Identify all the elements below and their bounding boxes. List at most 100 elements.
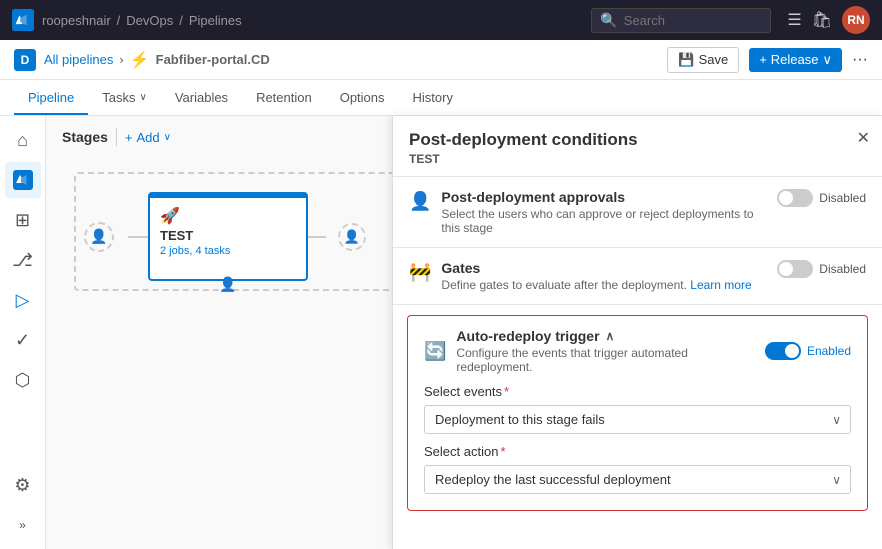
tab-bar: Pipeline Tasks ∨ Variables Retention Opt… <box>0 80 882 116</box>
sidebar-item-home[interactable]: ⌂ <box>5 122 41 158</box>
approvals-toggle[interactable] <box>777 189 813 207</box>
pipeline-name: Fabfiber-portal.CD <box>156 52 270 67</box>
redeploy-toggle-label: Enabled <box>807 344 851 358</box>
panel-close-button[interactable]: ✕ <box>857 128 870 148</box>
stage-box-body: 🚀 TEST 2 jobs, 4 tasks <box>150 198 306 265</box>
approvals-toggle-label: Disabled <box>819 191 866 205</box>
panel-gates-section: 🚧 Gates Define gates to evaluate after t… <box>393 248 882 305</box>
search-input[interactable] <box>624 13 754 28</box>
redeploy-toggle-knob <box>785 344 799 358</box>
subbar-actions: 💾 Save + Release ∨ ··· <box>667 47 868 73</box>
navbar-sep2: / <box>179 13 183 28</box>
gates-desc: Define gates to evaluate after the deplo… <box>441 278 767 292</box>
trigger-person-icon: 👤 <box>90 228 107 245</box>
sidebar-item-repos[interactable]: ⎇ <box>5 242 41 278</box>
approvals-toggle-area: Disabled <box>777 189 866 207</box>
navbar-search-box[interactable]: 🔍 <box>591 8 771 33</box>
redeploy-header: 🔄 Auto-redeploy trigger ∧ Configure the … <box>424 328 851 374</box>
select-events-field: Select events* Deployment to this stage … <box>424 384 851 434</box>
subbar-sep: › <box>119 52 123 67</box>
post-trigger-icon[interactable]: 👤 <box>338 223 366 251</box>
gates-learn-more-link[interactable]: Learn more <box>690 278 751 292</box>
navbar-breadcrumb: roopeshnair / DevOps / Pipelines <box>42 13 242 28</box>
post-deployment-panel: Post-deployment conditions TEST ✕ 👤 Post… <box>392 116 882 549</box>
user-avatar[interactable]: RN <box>842 6 870 34</box>
settings-icon[interactable]: ⚙ <box>5 467 41 503</box>
tab-tasks[interactable]: Tasks ∨ <box>88 82 161 115</box>
stages-divider <box>116 128 117 146</box>
left-sidebar: ⌂ ⊞ ⎇ ▷ ✓ ⬡ ⚙ » <box>0 116 46 549</box>
sidebar-item-testplans[interactable]: ✓ <box>5 322 41 358</box>
tab-options[interactable]: Options <box>326 82 399 115</box>
panel-approvals-section: 👤 Post-deployment approvals Select the u… <box>393 177 882 248</box>
azure-devops-logo[interactable] <box>12 9 34 31</box>
pipeline-type-icon: D <box>14 49 36 71</box>
stage-name: TEST <box>160 228 296 243</box>
expand-icon[interactable]: » <box>5 507 41 543</box>
gates-title: Gates <box>441 260 767 276</box>
select-events-label: Select events* <box>424 384 851 399</box>
save-button[interactable]: 💾 Save <box>667 47 739 73</box>
redeploy-title: Auto-redeploy trigger ∧ <box>456 328 755 344</box>
search-icon: 🔍 <box>600 12 617 29</box>
action-required-marker: * <box>500 444 505 459</box>
navbar-user[interactable]: roopeshnair <box>42 13 111 28</box>
connector-line <box>128 236 148 238</box>
select-action-field: Select action* Redeploy the last success… <box>424 444 851 494</box>
stage-person-icon[interactable]: 👤 <box>219 276 236 293</box>
approvals-row: 👤 Post-deployment approvals Select the u… <box>409 189 866 235</box>
subbar: D All pipelines › ⚡ Fabfiber-portal.CD 💾… <box>0 40 882 80</box>
tab-retention[interactable]: Retention <box>242 82 326 115</box>
panel-subtitle: TEST <box>409 152 866 166</box>
redeploy-chevron-icon[interactable]: ∧ <box>606 329 615 343</box>
events-required-marker: * <box>504 384 509 399</box>
post-person-icon: 👤 <box>344 229 360 245</box>
select-events-wrapper: Deployment to this stage fails Deploymen… <box>424 405 851 434</box>
redeploy-toggle[interactable] <box>765 342 801 360</box>
cd-icon: ⚡ <box>130 50 150 70</box>
bag-icon[interactable]: 🛍 <box>812 10 832 30</box>
select-action-label: Select action* <box>424 444 851 459</box>
plus-icon: + <box>759 52 767 67</box>
tasks-chevron-icon: ∨ <box>140 92 147 103</box>
select-action-dropdown[interactable]: Redeploy the last successful deployment … <box>424 465 851 494</box>
stage-box-test[interactable]: 🚀 TEST 2 jobs, 4 tasks 👤 <box>148 192 308 281</box>
gates-toggle-knob <box>779 262 793 276</box>
subbar-breadcrumb: All pipelines › ⚡ Fabfiber-portal.CD <box>44 50 270 70</box>
pre-trigger-icon[interactable]: 👤 <box>84 222 114 252</box>
release-button[interactable]: + Release ∨ <box>749 48 842 72</box>
navbar-pipelines[interactable]: Pipelines <box>189 13 242 28</box>
add-icon: + <box>125 130 133 145</box>
more-options-button[interactable]: ··· <box>852 51 868 69</box>
gates-row: 🚧 Gates Define gates to evaluate after t… <box>409 260 866 292</box>
stage-icon-row: 🚀 <box>160 206 296 226</box>
navbar-devops[interactable]: DevOps <box>126 13 173 28</box>
gates-toggle[interactable] <box>777 260 813 278</box>
all-pipelines-link[interactable]: All pipelines <box>44 52 113 67</box>
release-chevron-icon: ∨ <box>823 52 833 68</box>
approvals-desc: Select the users who can approve or reje… <box>441 207 767 235</box>
redeploy-title-area: Auto-redeploy trigger ∧ Configure the ev… <box>456 328 755 374</box>
sidebar-item-artifacts[interactable]: ⬡ <box>5 362 41 398</box>
save-icon: 💾 <box>678 52 694 68</box>
sidebar-item-boards[interactable]: ⊞ <box>5 202 41 238</box>
add-stage-button[interactable]: + Add ∨ <box>125 130 171 145</box>
tab-pipeline[interactable]: Pipeline <box>14 82 88 115</box>
tab-history[interactable]: History <box>399 82 467 115</box>
redeploy-toggle-area: Enabled <box>765 342 851 360</box>
list-icon[interactable]: ☰ <box>787 10 801 30</box>
tab-variables[interactable]: Variables <box>161 82 242 115</box>
select-events-dropdown[interactable]: Deployment to this stage fails Deploymen… <box>424 405 851 434</box>
connector-line-right <box>308 236 326 238</box>
select-action-wrapper: Redeploy the last successful deployment … <box>424 465 851 494</box>
redeploy-icon: 🔄 <box>424 341 446 362</box>
gates-toggle-label: Disabled <box>819 262 866 276</box>
sidebar-item-azure[interactable] <box>5 162 41 198</box>
panel-title: Post-deployment conditions <box>409 130 866 150</box>
approvals-title: Post-deployment approvals <box>441 189 767 205</box>
navbar-sep1: / <box>117 13 121 28</box>
gates-content: Gates Define gates to evaluate after the… <box>441 260 767 292</box>
approval-icon: 👤 <box>409 191 431 212</box>
stage-deploy-icon: 🚀 <box>160 206 180 226</box>
sidebar-item-pipelines[interactable]: ▷ <box>5 282 41 318</box>
